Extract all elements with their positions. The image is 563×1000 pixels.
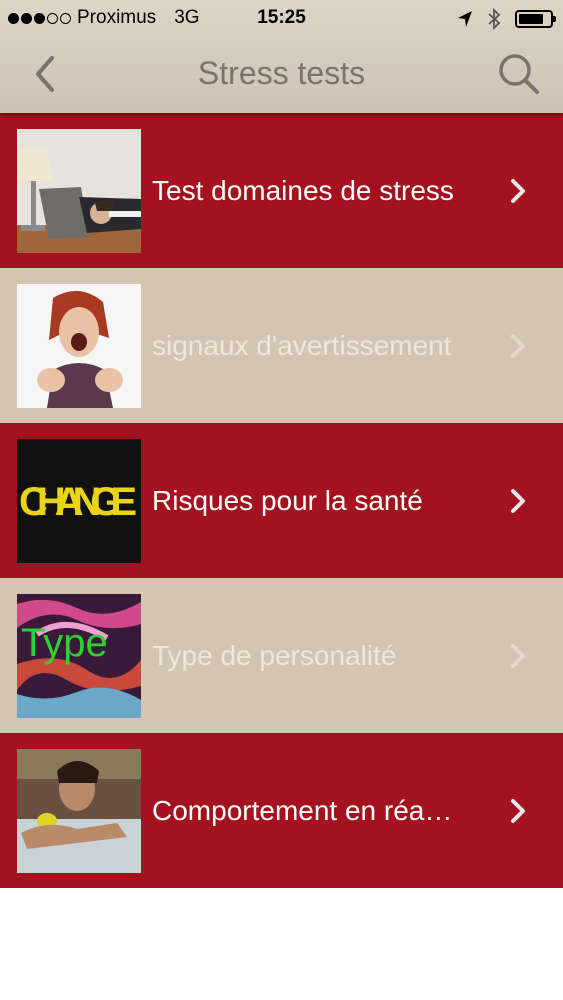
chevron-right-icon	[511, 644, 525, 668]
page-title: Stress tests	[197, 55, 366, 91]
list-item-personalite[interactable]: Type Type de personalité	[0, 578, 563, 733]
header: Proximus 3G 15:25 Stress tests	[0, 0, 563, 113]
svg-text:CHANGE: CHANGE	[19, 480, 137, 524]
search-button[interactable]	[495, 50, 543, 98]
list-item-label: Risques pour la santé	[152, 484, 423, 516]
change-sign-thumbnail: CHANGE	[17, 438, 141, 563]
list-item-comportement[interactable]: Comportement en réa…	[0, 733, 563, 888]
svg-text:Type: Type	[21, 621, 108, 665]
bluetooth-icon	[488, 8, 501, 30]
type-art-thumbnail: Type	[17, 593, 141, 718]
list-item-risques[interactable]: CHANGE Risques pour la santé	[0, 423, 563, 578]
location-arrow-icon	[458, 11, 472, 27]
status-bar: Proximus 3G 15:25	[0, 0, 563, 36]
list-item-label: Type de personalité	[152, 639, 397, 671]
bathtub-thumbnail	[17, 748, 141, 873]
list-item-label: Test domaines de stress	[152, 174, 454, 206]
list-item-label: Comportement en réa…	[152, 794, 453, 826]
list-item-signaux[interactable]: signaux d'avertissement	[0, 268, 563, 423]
chevron-right-icon	[511, 799, 525, 823]
chevron-right-icon	[511, 334, 525, 358]
chevron-right-icon	[511, 489, 525, 513]
stress-test-list: Test domaines de stress signaux d'averti…	[0, 113, 563, 888]
navigation-bar: Stress tests	[0, 36, 563, 113]
list-item-test-domaines[interactable]: Test domaines de stress	[0, 113, 563, 268]
office-worker-thumbnail	[17, 128, 141, 253]
search-icon	[499, 54, 539, 94]
screaming-woman-thumbnail	[17, 283, 141, 408]
battery-icon	[515, 10, 556, 28]
chevron-right-icon	[511, 179, 525, 203]
list-item-label: signaux d'avertissement	[152, 329, 452, 361]
